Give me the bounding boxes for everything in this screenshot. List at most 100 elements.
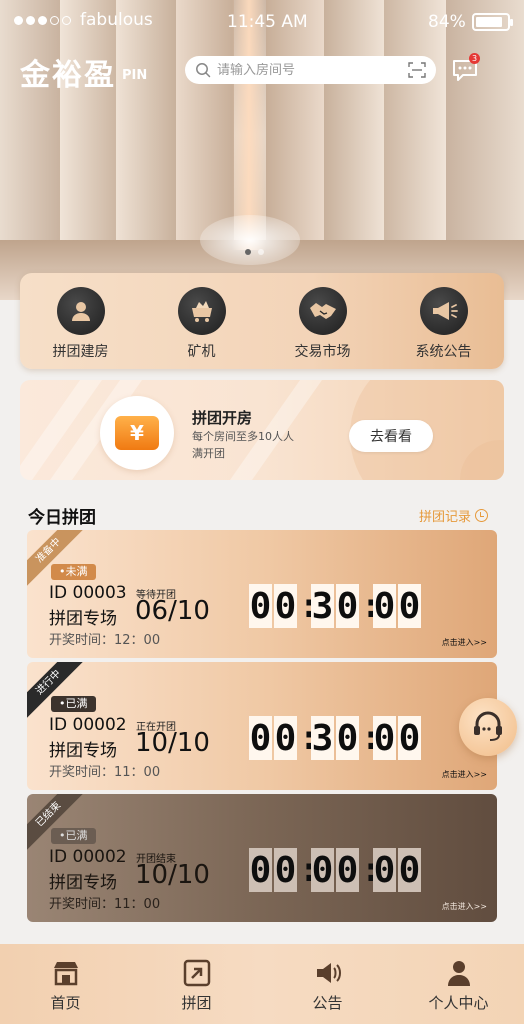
tab-label: 个人中心 xyxy=(428,994,489,1012)
countdown-timer: 0 0 : 3 0 : 0 0 xyxy=(249,584,423,628)
countdown-digit: 0 xyxy=(249,848,272,892)
countdown-digit: 0 xyxy=(249,716,272,760)
promo-banner[interactable]: ¥ 拼团开房 每个房间至多10人人满开团 去看看 xyxy=(20,380,504,480)
countdown-digit: 3 xyxy=(311,716,334,760)
room-status-badge: •已满 xyxy=(51,696,96,712)
room-card[interactable]: 进行中 •已满 ID 00002 拼团专场 正在开团 10/10 开奖时间：11… xyxy=(27,662,497,790)
user-icon xyxy=(56,287,105,335)
battery-status: 84% xyxy=(428,12,513,32)
room-id: ID 00002 xyxy=(49,715,127,735)
countdown-digit: 0 xyxy=(311,848,334,892)
promo-ticket-badge: ¥ xyxy=(100,396,174,470)
room-status-badge: •已满 xyxy=(51,828,96,844)
shortcut-group-room[interactable]: 拼团建房 xyxy=(20,273,141,369)
countdown-timer: 0 0 : 0 0 : 0 0 xyxy=(249,848,423,892)
countdown-digit: 0 xyxy=(373,716,396,760)
enter-room-link[interactable]: 点击进入>> xyxy=(442,901,487,912)
speaker-icon xyxy=(316,963,341,983)
shortcut-panel: 拼团建房 矿机 交易市场 系统公告 xyxy=(20,273,504,369)
clock-icon xyxy=(475,509,489,522)
signal-dot-icon xyxy=(50,15,59,25)
shortcut-label: 拼团建房 xyxy=(52,344,109,360)
room-id: ID 00003 xyxy=(49,583,127,603)
enter-room-link[interactable]: 点击进入>> xyxy=(442,637,487,648)
countdown-digit: 0 xyxy=(336,848,359,892)
customer-service-button[interactable] xyxy=(459,698,517,756)
battery-icon xyxy=(471,13,510,31)
app-logo-sub: PIN xyxy=(122,68,148,83)
room-card[interactable]: 准备中 •未满 ID 00003 拼团专场 等待开团 06/10 开奖时间：12… xyxy=(27,530,497,658)
bottom-tab-bar: 首页 拼团 公告 个人中心 xyxy=(0,944,524,1024)
message-button[interactable]: 3 xyxy=(452,53,480,82)
room-draw-time: 开奖时间：12：00 xyxy=(49,633,161,648)
curtain-panel xyxy=(384,0,446,260)
countdown-separator: : xyxy=(299,850,320,890)
countdown-digit: 3 xyxy=(311,584,334,628)
light-beam xyxy=(232,0,266,250)
promo-view-button[interactable]: 去看看 xyxy=(349,420,433,452)
hero-banner[interactable] xyxy=(0,0,524,300)
signal-dot-icon xyxy=(62,15,71,25)
status-bar: fabulous 11:45 AM 84% xyxy=(0,10,524,36)
group-records-label: 拼团记录 xyxy=(419,510,472,525)
countdown-digit: 0 xyxy=(274,716,297,760)
room-ribbon: 已结束 xyxy=(27,794,88,854)
countdown-separator: : xyxy=(299,718,320,758)
room-ribbon: 进行中 xyxy=(27,662,88,722)
shortcut-miner[interactable]: 矿机 xyxy=(141,273,262,369)
room-name: 拼团专场 xyxy=(49,741,117,761)
tab-group[interactable]: 拼团 xyxy=(131,944,262,1024)
spotlight-glow xyxy=(200,215,300,265)
countdown-digit: 0 xyxy=(336,584,359,628)
curtain-panel xyxy=(446,0,524,260)
tab-home[interactable]: 首页 xyxy=(0,944,131,1024)
carrier-name: fabulous xyxy=(80,10,153,30)
room-card[interactable]: 已结束 •已满 ID 00002 拼团专场 开团结束 10/10 开奖时间：11… xyxy=(27,794,497,922)
curtain-panel xyxy=(0,0,60,260)
clock: 11:45 AM xyxy=(227,12,308,32)
section-title: 今日拼团 xyxy=(28,508,96,528)
carrier: fabulous xyxy=(14,10,153,30)
room-date: 06/10 xyxy=(135,596,210,626)
shortcut-label: 交易市场 xyxy=(294,344,351,360)
countdown-separator: : xyxy=(361,850,382,890)
tab-label: 拼团 xyxy=(181,994,212,1012)
countdown-digit: 0 xyxy=(398,584,421,628)
shortcut-label: 系统公告 xyxy=(415,344,472,360)
countdown-digit: 0 xyxy=(249,584,272,628)
curtain-panel xyxy=(116,0,176,260)
countdown-separator: : xyxy=(299,586,320,626)
tab-profile[interactable]: 个人中心 xyxy=(393,944,524,1024)
share-box-icon xyxy=(183,959,210,987)
room-date: 10/10 xyxy=(135,728,210,758)
carousel-dot[interactable] xyxy=(258,249,264,255)
promo-title: 拼团开房 xyxy=(192,409,253,427)
countdown-separator: : xyxy=(361,718,382,758)
scan-icon[interactable] xyxy=(404,56,430,84)
signal-dot-icon xyxy=(38,15,47,25)
countdown-digit: 0 xyxy=(274,584,297,628)
curtain-panel xyxy=(324,0,384,260)
signal-dot-icon xyxy=(14,15,23,25)
room-name: 拼团专场 xyxy=(49,609,117,629)
room-draw-time: 开奖时间：11：00 xyxy=(49,897,161,912)
shortcut-announcement[interactable]: 系统公告 xyxy=(383,273,504,369)
message-badge: 3 xyxy=(469,53,480,64)
countdown-digit: 0 xyxy=(373,848,396,892)
tab-label: 首页 xyxy=(50,994,81,1012)
enter-room-link[interactable]: 点击进入>> xyxy=(442,769,487,780)
shortcut-market[interactable]: 交易市场 xyxy=(262,273,383,369)
search-input[interactable] xyxy=(217,62,404,78)
search-bar[interactable] xyxy=(185,56,436,84)
tab-label: 公告 xyxy=(312,994,343,1012)
tab-announcement[interactable]: 公告 xyxy=(262,944,393,1024)
headset-icon xyxy=(474,711,502,741)
countdown-digit: 0 xyxy=(398,716,421,760)
countdown-digit: 0 xyxy=(373,584,396,628)
countdown-digit: 0 xyxy=(398,848,421,892)
carousel-dot-active[interactable] xyxy=(245,249,251,255)
room-draw-time: 开奖时间：11：00 xyxy=(49,765,161,780)
shortcut-label: 矿机 xyxy=(187,344,216,360)
ticket-icon: ¥ xyxy=(115,416,159,450)
group-records-link[interactable]: 拼团记录 xyxy=(419,506,489,525)
